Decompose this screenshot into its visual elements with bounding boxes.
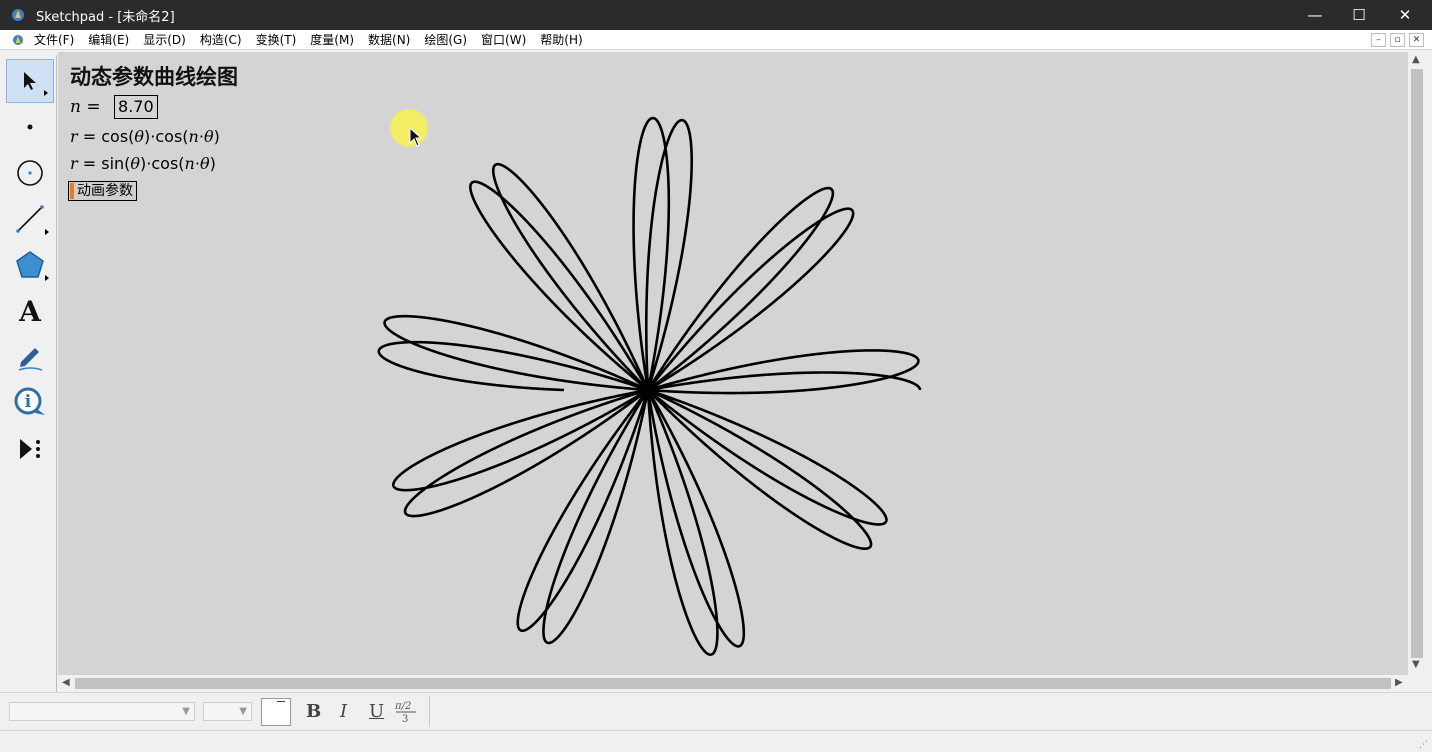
math-format-icon[interactable]: π/2 3 <box>394 699 418 725</box>
pentagon-icon <box>16 251 44 278</box>
scroll-right-icon[interactable]: ▶ <box>1395 677 1403 688</box>
svg-text:π/2: π/2 <box>394 701 411 712</box>
sketchpad-window: Sketchpad - [未命名2] — ☐ ✕ 文件(F) 编辑(E) 显示(… <box>0 0 1432 752</box>
svg-text:3: 3 <box>402 714 408 725</box>
font-size-select[interactable]: ▼ <box>203 702 252 721</box>
formula-n: n <box>188 127 199 146</box>
compass-tool[interactable] <box>6 151 54 195</box>
polar-curve-trace[interactable] <box>377 116 922 656</box>
parameter-name: n <box>70 97 81 117</box>
formula-n: n <box>184 154 195 173</box>
formula-part: )·cos( <box>140 154 185 173</box>
marker-tool[interactable] <box>6 335 54 379</box>
document-icon[interactable] <box>11 33 25 47</box>
resize-grip-icon[interactable]: ⋰ <box>1419 740 1428 750</box>
menu-measure[interactable]: 度量(M) <box>303 30 361 50</box>
rose-curve-plot[interactable] <box>58 52 1408 675</box>
submenu-indicator <box>44 90 48 96</box>
vertical-scroll-thumb[interactable] <box>1411 69 1423 658</box>
formula-part: ) <box>209 154 216 173</box>
text-a-icon: A <box>19 294 41 328</box>
menu-display[interactable]: 显示(D) <box>136 30 193 50</box>
text-color-button[interactable] <box>261 698 291 726</box>
menu-bar: 文件(F) 编辑(E) 显示(D) 构造(C) 变换(T) 度量(M) 数据(N… <box>0 30 1432 50</box>
bold-button[interactable]: B <box>306 701 321 723</box>
menu-file[interactable]: 文件(F) <box>27 30 81 50</box>
toolbox: A i <box>3 55 57 692</box>
svg-text:i: i <box>25 392 32 412</box>
menu-transform[interactable]: 变换(T) <box>249 30 304 50</box>
window-title: Sketchpad - [未命名2] <box>36 10 175 25</box>
sketchpad-app-icon <box>12 9 24 21</box>
text-format-toolbar: ▼ ▼ B I U π/2 3 <box>0 692 1432 730</box>
formula-part: ) <box>213 127 220 146</box>
formula-theta: θ <box>134 127 145 146</box>
play-menu-icon <box>20 439 40 459</box>
parameter-value[interactable]: 8.70 <box>114 95 158 119</box>
minimize-button[interactable]: — <box>1292 0 1338 30</box>
formula-part: = sin( <box>77 154 131 173</box>
animate-parameter-button[interactable]: 动画参数 <box>68 181 137 201</box>
circle-icon <box>17 160 43 186</box>
mouse-pointer-icon <box>409 127 423 147</box>
text-tool[interactable]: A <box>6 289 54 333</box>
arrow-select-tool[interactable] <box>6 59 54 103</box>
sketch-canvas[interactable]: 动态参数曲线绘图 n = 8.70 r = cos(θ)·cos(n·θ) r … <box>58 52 1408 675</box>
color-swatch-line <box>277 701 285 702</box>
menu-edit[interactable]: 编辑(E) <box>81 30 136 50</box>
maximize-button[interactable]: ☐ <box>1336 0 1382 30</box>
toolbar-divider <box>429 695 430 727</box>
doc-close-button[interactable]: ✕ <box>1409 33 1424 47</box>
doc-minimize-button[interactable]: – <box>1371 33 1386 47</box>
polygon-tool[interactable] <box>6 243 54 287</box>
close-button[interactable]: ✕ <box>1382 0 1428 30</box>
information-tool[interactable]: i <box>6 381 54 425</box>
scroll-up-icon[interactable]: ▲ <box>1412 54 1420 65</box>
chevron-down-icon: ▼ <box>239 706 247 717</box>
formula-r: r <box>70 154 78 173</box>
point-tool[interactable] <box>6 105 54 149</box>
line-segment-icon <box>16 205 44 233</box>
menu-help[interactable]: 帮助(H) <box>533 30 589 50</box>
title-bar: Sketchpad - [未命名2] — ☐ ✕ <box>0 0 1432 30</box>
vertical-scrollbar[interactable]: ▲ ▼ <box>1408 52 1426 675</box>
horizontal-scroll-thumb[interactable] <box>75 678 1391 689</box>
submenu-indicator <box>45 275 49 281</box>
underline-button[interactable]: U <box>369 701 384 723</box>
menu-construct[interactable]: 构造(C) <box>193 30 249 50</box>
menu-window[interactable]: 窗口(W) <box>474 30 533 50</box>
chevron-down-icon: ▼ <box>182 706 190 717</box>
formula-part: )·cos( <box>144 127 189 146</box>
doc-restore-button[interactable]: ▫ <box>1390 33 1405 47</box>
point-icon <box>27 124 33 130</box>
straightedge-tool[interactable] <box>6 197 54 241</box>
formula-part: = cos( <box>77 127 135 146</box>
custom-tools[interactable] <box>6 427 54 471</box>
italic-button[interactable]: I <box>340 701 347 723</box>
sketch-title: 动态参数曲线绘图 <box>70 64 238 89</box>
formula-theta: θ <box>130 154 141 173</box>
scroll-down-icon[interactable]: ▼ <box>1412 659 1420 670</box>
formula-theta: θ <box>199 154 210 173</box>
formula-theta: θ <box>203 127 214 146</box>
menu-graph[interactable]: 绘图(G) <box>417 30 474 50</box>
parameter-n[interactable]: n = 8.70 <box>70 95 158 119</box>
pen-icon <box>18 348 43 371</box>
formula-sin: r = sin(θ)·cos(n·θ) <box>70 154 216 173</box>
formula-cos: r = cos(θ)·cos(n·θ) <box>70 127 220 146</box>
status-bar: ⋰ <box>0 730 1432 752</box>
parameter-equals: = <box>80 97 107 117</box>
info-icon: i <box>14 387 45 415</box>
formula-r: r <box>70 127 78 146</box>
menu-number[interactable]: 数据(N) <box>361 30 417 50</box>
font-family-select[interactable]: ▼ <box>9 702 195 721</box>
arrow-select-icon <box>24 72 36 90</box>
submenu-indicator <box>45 229 49 235</box>
horizontal-scrollbar[interactable]: ◀ ▶ <box>58 675 1408 691</box>
scroll-left-icon[interactable]: ◀ <box>62 677 70 688</box>
